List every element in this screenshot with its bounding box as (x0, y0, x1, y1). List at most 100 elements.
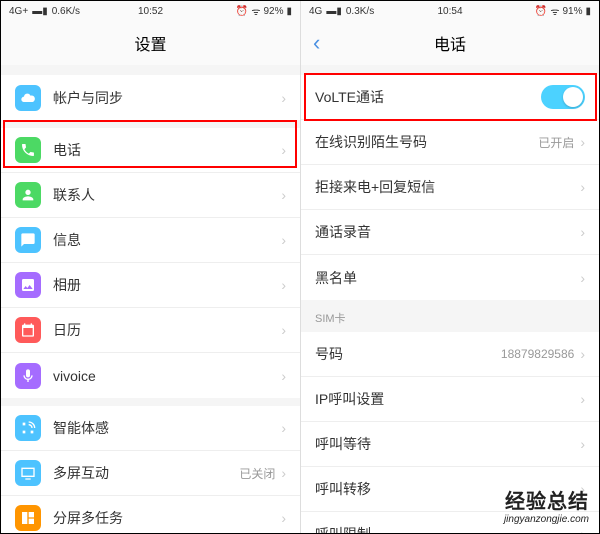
row-label: 相册 (53, 275, 281, 295)
contacts-icon (15, 182, 41, 208)
page-title: 电话 (434, 31, 466, 55)
row-label: 通话录音 (315, 222, 580, 242)
section-header-sim: SIM卡 (301, 300, 599, 332)
chevron-right-icon: › (281, 90, 286, 106)
row-label: 黑名单 (315, 268, 580, 288)
network-type: 4G (309, 6, 322, 17)
chevron-right-icon: › (580, 391, 585, 407)
row-label: 联系人 (53, 185, 281, 205)
list-item[interactable]: 呼叫限制› (301, 512, 599, 533)
row-label: 电话 (53, 140, 281, 160)
signal-icon: ▬▮ (32, 6, 48, 17)
battery-pct: 92% (263, 6, 283, 17)
list-item[interactable]: 呼叫转移› (301, 467, 599, 512)
row-value: 18879829586 (501, 347, 574, 361)
list-item[interactable]: IP呼叫设置› (301, 377, 599, 422)
net-speed: 0.6K/s (52, 6, 80, 17)
list-item[interactable]: 通话录音› (301, 210, 599, 255)
clock: 10:52 (138, 6, 163, 17)
chevron-right-icon: › (281, 368, 286, 384)
list-item[interactable]: 多屏互动已关闭 › (1, 451, 300, 496)
row-label: 号码 (315, 344, 501, 364)
chevron-right-icon: › (281, 420, 286, 436)
settings-group: 电话›联系人›信息›相册›日历›vivoice› (1, 128, 300, 398)
row-label: 呼叫转移 (315, 479, 580, 499)
alarm-icon: ⏰ (236, 6, 248, 17)
battery-icon: ▮ (286, 6, 292, 17)
list-item[interactable]: 分屏多任务› (1, 496, 300, 533)
status-bar-left: 4G+ ▬▮ 0.6K/s 10:52 ⏰ ᯤ 92% ▮ (1, 1, 300, 21)
settings-list[interactable]: 帐户与同步›电话›联系人›信息›相册›日历›vivoice›智能体感›多屏互动已… (1, 65, 300, 533)
voice-icon (15, 363, 41, 389)
row-label: VoLTE通话 (315, 87, 541, 107)
split-icon (15, 505, 41, 531)
list-item[interactable]: VoLTE通话 (301, 75, 599, 120)
list-item[interactable]: 日历› (1, 308, 300, 353)
motion-icon (15, 415, 41, 441)
chevron-right-icon: › (580, 436, 585, 452)
row-label: 帐户与同步 (53, 88, 281, 108)
list-item[interactable]: 电话› (1, 128, 300, 173)
wifi-icon: ᯤ (550, 4, 559, 18)
status-bar-right: 4G ▬▮ 0.3K/s 10:54 ⏰ ᯤ 91% ▮ (301, 1, 599, 21)
phone-icon (15, 137, 41, 163)
net-speed: 0.3K/s (346, 6, 374, 17)
chevron-right-icon: › (281, 232, 286, 248)
nav-bar-right: ‹ 电话 (301, 21, 599, 65)
settings-group: 帐户与同步› (1, 75, 300, 120)
row-label: 日历 (53, 320, 281, 340)
chevron-right-icon: › (580, 270, 585, 286)
list-item[interactable]: 帐户与同步› (1, 75, 300, 120)
chevron-right-icon: › (281, 510, 286, 526)
message-icon (15, 227, 41, 253)
list-item[interactable]: 拒接来电+回复短信› (301, 165, 599, 210)
calendar-icon (15, 317, 41, 343)
chevron-right-icon: › (580, 134, 585, 150)
network-type: 4G+ (9, 6, 28, 17)
back-button[interactable]: ‹ (313, 30, 320, 56)
phone-settings-list[interactable]: VoLTE通话在线识别陌生号码已开启›拒接来电+回复短信›通话录音›黑名单›SI… (301, 65, 599, 533)
alarm-icon: ⏰ (535, 6, 547, 17)
list-item[interactable]: vivoice› (1, 353, 300, 398)
row-value: 已关闭 (239, 465, 275, 482)
chevron-right-icon: › (580, 179, 585, 195)
chevron-right-icon: › (580, 224, 585, 240)
list-item[interactable]: 号码18879829586 › (301, 332, 599, 377)
settings-group: 智能体感›多屏互动已关闭›分屏多任务›单手操作› › (1, 406, 300, 533)
clock: 10:54 (437, 6, 462, 17)
chevron-right-icon: › (281, 322, 286, 338)
wifi-icon: ᯤ (251, 4, 260, 18)
row-label: 信息 (53, 230, 281, 250)
battery-icon: ▮ (585, 6, 591, 17)
toggle-switch[interactable] (541, 85, 585, 109)
row-label: 拒接来电+回复短信 (315, 177, 580, 197)
row-label: 呼叫限制 (315, 524, 580, 533)
list-item[interactable]: 在线识别陌生号码已开启› (301, 120, 599, 165)
chevron-right-icon: › (281, 277, 286, 293)
chevron-right-icon: › (580, 346, 585, 362)
row-label: 智能体感 (53, 418, 281, 438)
battery-pct: 91% (562, 6, 582, 17)
chevron-right-icon: › (281, 187, 286, 203)
phone-group-sim: 号码18879829586›IP呼叫设置›呼叫等待›呼叫转移›呼叫限制›语音信箱… (301, 332, 599, 533)
multiscreen-icon (15, 460, 41, 486)
row-label: 在线识别陌生号码 (315, 132, 538, 152)
signal-icon: ▬▮ (326, 6, 342, 17)
phone-group-top: VoLTE通话在线识别陌生号码已开启›拒接来电+回复短信›通话录音›黑名单› (301, 75, 599, 300)
row-label: IP呼叫设置 (315, 389, 580, 409)
row-label: 呼叫等待 (315, 434, 580, 454)
list-item[interactable]: 呼叫等待› (301, 422, 599, 467)
list-item[interactable]: 信息› (1, 218, 300, 263)
list-item[interactable]: 相册› (1, 263, 300, 308)
row-label: vivoice (53, 368, 281, 384)
chevron-right-icon: › (580, 526, 585, 533)
nav-bar-left: 设置 (1, 21, 300, 65)
list-item[interactable]: 黑名单› (301, 255, 599, 300)
list-item[interactable]: 联系人› (1, 173, 300, 218)
album-icon (15, 272, 41, 298)
screen-settings: 4G+ ▬▮ 0.6K/s 10:52 ⏰ ᯤ 92% ▮ 设置 帐户与同步›电… (1, 1, 300, 533)
list-item[interactable]: 智能体感› (1, 406, 300, 451)
chevron-right-icon: › (281, 465, 286, 481)
row-label: 多屏互动 (53, 463, 239, 483)
screen-phone-settings: 4G ▬▮ 0.3K/s 10:54 ⏰ ᯤ 91% ▮ ‹ 电话 VoLTE通… (300, 1, 599, 533)
